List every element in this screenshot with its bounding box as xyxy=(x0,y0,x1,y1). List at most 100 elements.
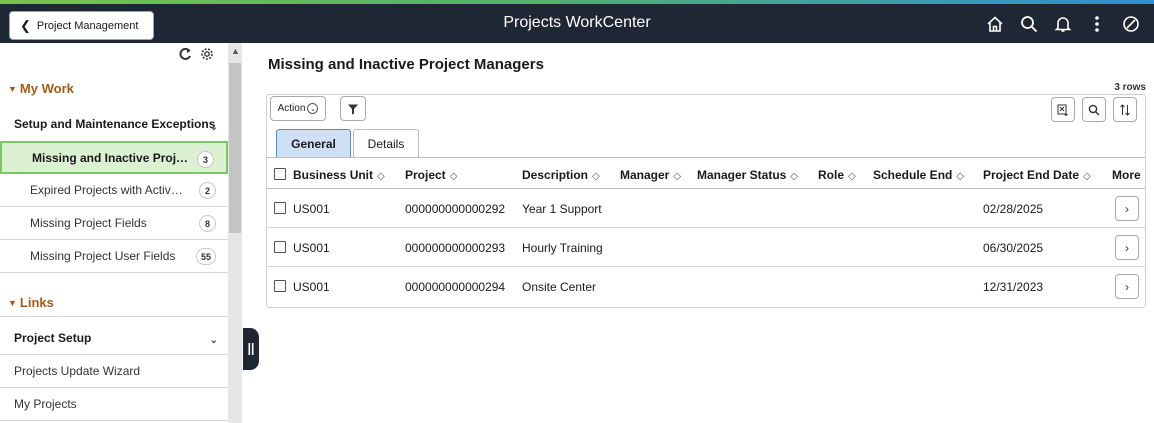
table-row[interactable]: US001 000000000000292 Year 1 Support 02/… xyxy=(267,189,1145,228)
banner-actions xyxy=(978,12,1148,36)
cell-project-end-date: 02/28/2025 xyxy=(983,202,1044,216)
cell-description: Onsite Center xyxy=(522,280,597,294)
chevron-down-icon: ⌄ xyxy=(209,335,218,346)
scroll-up-icon[interactable]: ▲ xyxy=(231,46,240,56)
nav-compass-icon[interactable] xyxy=(1114,12,1148,36)
row-detail-button[interactable]: › xyxy=(1115,235,1139,260)
triangle-down-icon: ▼ xyxy=(8,83,17,94)
cell-project: 000000000000293 xyxy=(405,241,506,255)
scrollbar-thumb[interactable] xyxy=(229,63,241,233)
action-menu-button[interactable]: Action ⌄ xyxy=(270,96,326,121)
row-detail-button[interactable]: › xyxy=(1115,274,1139,299)
link-projects-update-wizard[interactable]: Projects Update Wizard xyxy=(0,355,228,388)
more-vertical-icon[interactable] xyxy=(1080,12,1114,36)
section-links-label: Links xyxy=(19,295,54,310)
cell-project: 000000000000292 xyxy=(405,202,506,216)
group-label: Setup and Maintenance Exceptions xyxy=(14,117,216,131)
left-panel-scrollbar[interactable]: ▲ xyxy=(228,43,242,423)
section-my-work[interactable]: ▼ My Work xyxy=(8,81,74,96)
link-label: My Projects xyxy=(14,397,77,411)
rows-count: 3 rows xyxy=(1114,82,1146,93)
nav-item-label: Missing and Inactive Proje... xyxy=(32,150,190,165)
sort-icon: ◇ xyxy=(848,171,856,182)
row-checkbox[interactable] xyxy=(274,202,286,214)
chevron-down-icon: ⌄ xyxy=(307,103,319,114)
row-checkbox[interactable] xyxy=(274,241,286,253)
column-header-project-end-date[interactable]: Project End Date ◇ xyxy=(983,168,1091,182)
collapse-panel-handle[interactable] xyxy=(243,328,259,370)
left-panel: ▼ My Work Setup and Maintenance Exceptio… xyxy=(0,43,228,423)
sort-icon: ◇ xyxy=(377,171,385,182)
count-badge: 2 xyxy=(199,182,216,199)
cell-project: 000000000000294 xyxy=(405,280,506,294)
export-excel-button[interactable] xyxy=(1051,97,1075,122)
row-checkbox[interactable] xyxy=(274,280,286,292)
nav-item-missing-inactive-managers[interactable]: Missing and Inactive Proje... 3 xyxy=(0,141,228,174)
column-header-manager-status[interactable]: Manager Status ◇ xyxy=(697,168,798,182)
nav-item-missing-project-fields[interactable]: Missing Project Fields 8 xyxy=(0,207,228,240)
filter-button[interactable] xyxy=(340,96,366,121)
nav-item-label: Expired Projects with Active ... xyxy=(30,183,188,197)
refresh-icon[interactable] xyxy=(178,47,192,64)
column-header-description[interactable]: Description ◇ xyxy=(522,168,600,182)
bell-icon[interactable] xyxy=(1046,12,1080,36)
table-row[interactable]: US001 000000000000293 Hourly Training 06… xyxy=(267,228,1145,267)
group-project-setup[interactable]: Project Setup ⌄ xyxy=(0,331,228,346)
filter-icon xyxy=(348,104,358,114)
sort-icon: ◇ xyxy=(1083,171,1091,182)
table-row[interactable]: US001 000000000000294 Onsite Center 12/3… xyxy=(267,267,1145,306)
link-label: Projects Update Wizard xyxy=(14,364,141,378)
count-badge: 55 xyxy=(195,248,216,265)
cell-description: Hourly Training xyxy=(522,241,603,255)
gear-icon[interactable] xyxy=(200,47,214,64)
export-icon xyxy=(1057,104,1068,116)
search-icon[interactable] xyxy=(1012,12,1046,36)
section-links[interactable]: ▼ Links xyxy=(8,295,54,310)
group-label: Project Setup xyxy=(14,331,92,345)
column-header-project[interactable]: Project ◇ xyxy=(405,168,457,182)
sort-icon: ◇ xyxy=(592,171,600,182)
sort-icon xyxy=(1120,103,1130,116)
cell-project-end-date: 12/31/2023 xyxy=(983,280,1044,294)
nav-item-missing-project-user-fields[interactable]: Missing Project User Fields 55 xyxy=(0,240,228,273)
column-header-schedule-end[interactable]: Schedule End ◇ xyxy=(873,168,964,182)
column-header-more: More xyxy=(1112,168,1141,182)
sort-button[interactable] xyxy=(1113,97,1137,122)
pause-bars-icon xyxy=(248,343,254,355)
divider xyxy=(0,316,228,317)
column-header-manager[interactable]: Manager ◇ xyxy=(620,168,681,182)
chevron-right-icon: › xyxy=(1125,201,1129,216)
count-badge: 3 xyxy=(197,151,214,168)
top-banner: ❮ Project Management Projects WorkCenter xyxy=(0,0,1154,43)
banner-accent-stripe xyxy=(0,0,1154,4)
chevron-down-icon: ⌄ xyxy=(209,122,218,133)
cell-business-unit: US001 xyxy=(293,202,330,216)
grid-search-button[interactable] xyxy=(1082,97,1106,122)
nav-item-expired-projects[interactable]: Expired Projects with Active ... 2 xyxy=(0,174,228,207)
tab-details[interactable]: Details xyxy=(353,129,419,157)
group-setup-maintenance-exceptions[interactable]: Setup and Maintenance Exceptions ⌄ xyxy=(0,117,228,133)
action-label: Action xyxy=(277,103,306,114)
search-icon xyxy=(1088,104,1100,115)
row-detail-button[interactable]: › xyxy=(1115,196,1139,221)
sort-icon: ◇ xyxy=(790,171,799,182)
triangle-down-icon: ▼ xyxy=(8,297,17,308)
sort-icon: ◇ xyxy=(449,171,458,182)
tab-general[interactable]: General xyxy=(276,129,351,157)
count-badge: 8 xyxy=(199,215,216,232)
nav-item-label: Missing Project User Fields xyxy=(30,249,176,263)
cell-business-unit: US001 xyxy=(293,241,330,255)
panel-tools xyxy=(178,47,214,64)
sort-icon: ◇ xyxy=(673,171,682,182)
chevron-right-icon: › xyxy=(1125,240,1129,255)
link-my-projects[interactable]: My Projects xyxy=(0,388,228,421)
cell-description: Year 1 Support xyxy=(522,202,602,216)
sort-icon: ◇ xyxy=(956,171,965,182)
column-header-business-unit[interactable]: Business Unit ◇ xyxy=(293,168,385,182)
home-icon[interactable] xyxy=(978,12,1012,36)
select-all-checkbox[interactable] xyxy=(274,168,286,180)
column-header-role[interactable]: Role ◇ xyxy=(818,168,856,182)
cell-business-unit: US001 xyxy=(293,280,330,294)
section-my-work-label: My Work xyxy=(19,81,74,96)
nav-item-label: Missing Project Fields xyxy=(30,216,147,230)
